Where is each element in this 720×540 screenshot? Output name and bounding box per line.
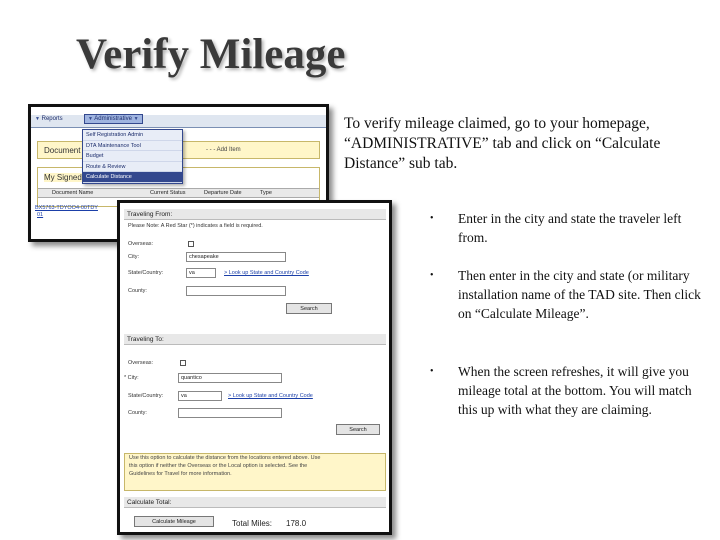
chevron-down-icon: ▼ [35,116,40,122]
traveling-to-header: Traveling To: [124,334,386,345]
list-item-text: Enter in the city and state the traveler… [458,211,682,245]
list-item-text: Then enter in the city and state (or mil… [458,268,701,321]
calculate-distance-screenshot: Traveling From: Please Note: A Red Star … [117,200,392,535]
nav-bar: ▼ Reports ▼ Administrative ▼ [31,114,326,128]
traveling-from-header: Traveling From: [124,209,386,220]
to-state-label: State/Country: [128,393,164,399]
column-header: Current Status [150,190,186,196]
from-city-label: City: [128,254,139,260]
tab-administrative[interactable]: ▼ Administrative ▼ [84,114,143,124]
menu-item-budget[interactable]: Budget [83,151,182,162]
menu-item-route-review[interactable]: Route & Review [83,161,182,172]
signed-table-header: Document Name Current Status Departure D… [38,188,319,198]
list-item-text: When the screen refreshes, it will give … [458,364,692,417]
note-line: Guidelines for Travel for more informati… [129,471,232,477]
to-overseas-label: Overseas: [128,360,154,366]
list-item: • When the screen refreshes, it will giv… [430,362,712,419]
menu-item-calculate-distance[interactable]: Calculate Distance [83,172,182,183]
from-lookup-link[interactable]: > Look up State and Country Code [224,270,309,276]
required-note: Please Note: A Red Star (*) indicates a … [128,223,263,229]
slide-title: Verify Mileage [76,31,346,78]
tab-administrative-label: Administrative [94,116,132,122]
list-item: • Enter in the city and state the travel… [430,209,712,247]
document-link[interactable]: 01 [37,212,43,218]
to-city-input[interactable]: quantico [178,373,282,383]
list-item: • Then enter in the city and state (or m… [430,266,712,323]
bullet-icon: • [430,366,434,377]
tab-reports[interactable]: ▼ Reports [35,116,63,122]
document-link[interactable]: BX5763-TDYOO4-00TDY [35,205,98,211]
calculate-mileage-button[interactable]: Calculate Mileage [134,516,214,527]
intro-text: To verify mileage claimed, go to your ho… [344,115,661,172]
signed-documents-title: My Signed [44,173,82,182]
from-overseas-checkbox[interactable] [188,241,194,247]
from-county-label: County: [128,288,147,294]
menu-item-self-registration-admin[interactable]: Self Registration Admin [83,130,182,141]
to-county-label: County: [128,410,147,416]
to-city-label: * City: [124,375,139,381]
note-line: Use this option to calculate the distanc… [129,455,321,461]
from-county-input[interactable] [186,286,286,296]
column-header: Departure Date [204,190,242,196]
total-miles-value: 178.0 [286,519,307,528]
bullet-icon: • [430,270,434,281]
column-header: Type [260,190,272,196]
add-item-link[interactable]: - - - Add Item [206,147,241,153]
menu-item-dta-maintenance-tool[interactable]: DTA Maintenance Tool [83,140,182,151]
chevron-down-icon: ▼ [133,116,139,122]
from-state-label: State/Country: [128,270,164,276]
calculation-note: Use this option to calculate the distanc… [124,453,386,491]
calculate-total-header: Calculate Total: [124,497,386,508]
tab-reports-label: Reports [41,116,63,122]
note-line: this option if neither the Overseas or t… [129,463,308,469]
administrative-dropdown-menu: Self Registration Admin DTA Maintenance … [82,129,183,184]
bullet-icon: • [430,213,434,224]
to-overseas-checkbox[interactable] [180,360,186,366]
from-city-input[interactable]: chesapeake [186,252,286,262]
from-state-input[interactable]: va [186,268,216,278]
column-header: Document Name [52,190,94,196]
to-lookup-link[interactable]: > Look up State and Country Code [228,393,313,399]
chevron-down-icon: ▼ [88,116,93,122]
documents-label: Document [44,146,81,155]
from-overseas-label: Overseas: [128,241,154,247]
to-state-input[interactable]: va [178,391,222,401]
from-search-button[interactable]: Search [286,303,332,314]
to-county-input[interactable] [178,408,282,418]
total-miles-label: Total Miles: [232,519,273,528]
to-search-button[interactable]: Search [336,424,380,435]
